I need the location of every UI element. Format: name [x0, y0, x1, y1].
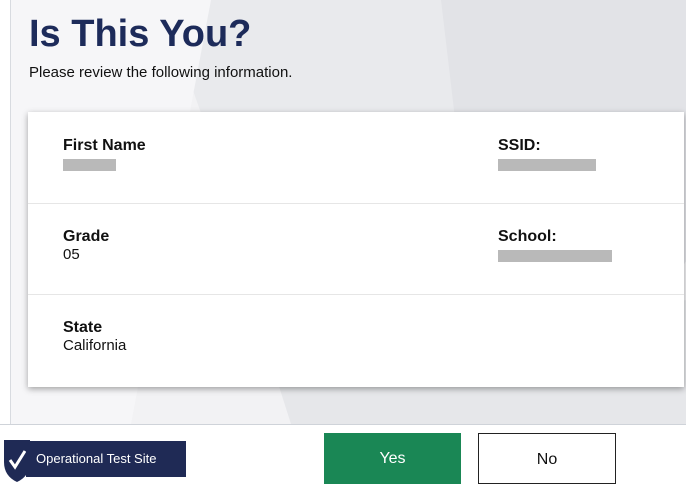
ssid-redacted	[498, 159, 596, 171]
ssid-field: SSID:	[498, 137, 596, 171]
school-field: School:	[498, 228, 612, 262]
info-row: First Name SSID:	[28, 112, 684, 204]
ssid-label: SSID:	[498, 137, 541, 154]
grade-field: Grade 05	[63, 228, 109, 263]
operational-test-site-badge: Operational Test Site	[26, 441, 186, 477]
first-name-redacted	[63, 159, 116, 171]
state-field: State California	[63, 319, 126, 354]
page-title: Is This You?	[29, 13, 252, 55]
student-verification-page: Is This You? Please review the following…	[0, 0, 686, 489]
student-info-card: First Name SSID: Grade 05 School: State …	[28, 112, 684, 387]
school-label: School:	[498, 228, 557, 245]
state-label: State	[63, 319, 103, 336]
no-button[interactable]: No	[478, 433, 616, 484]
info-row: State California	[28, 294, 684, 387]
info-row: Grade 05 School:	[28, 203, 684, 295]
state-value: California	[63, 337, 127, 354]
yes-button[interactable]: Yes	[324, 433, 461, 484]
grade-value: 05	[63, 246, 80, 263]
school-redacted	[498, 250, 612, 262]
first-name-field: First Name	[63, 137, 146, 171]
first-name-label: First Name	[63, 137, 146, 154]
page-subtitle: Please review the following information.	[29, 64, 293, 81]
grade-label: Grade	[63, 228, 110, 245]
